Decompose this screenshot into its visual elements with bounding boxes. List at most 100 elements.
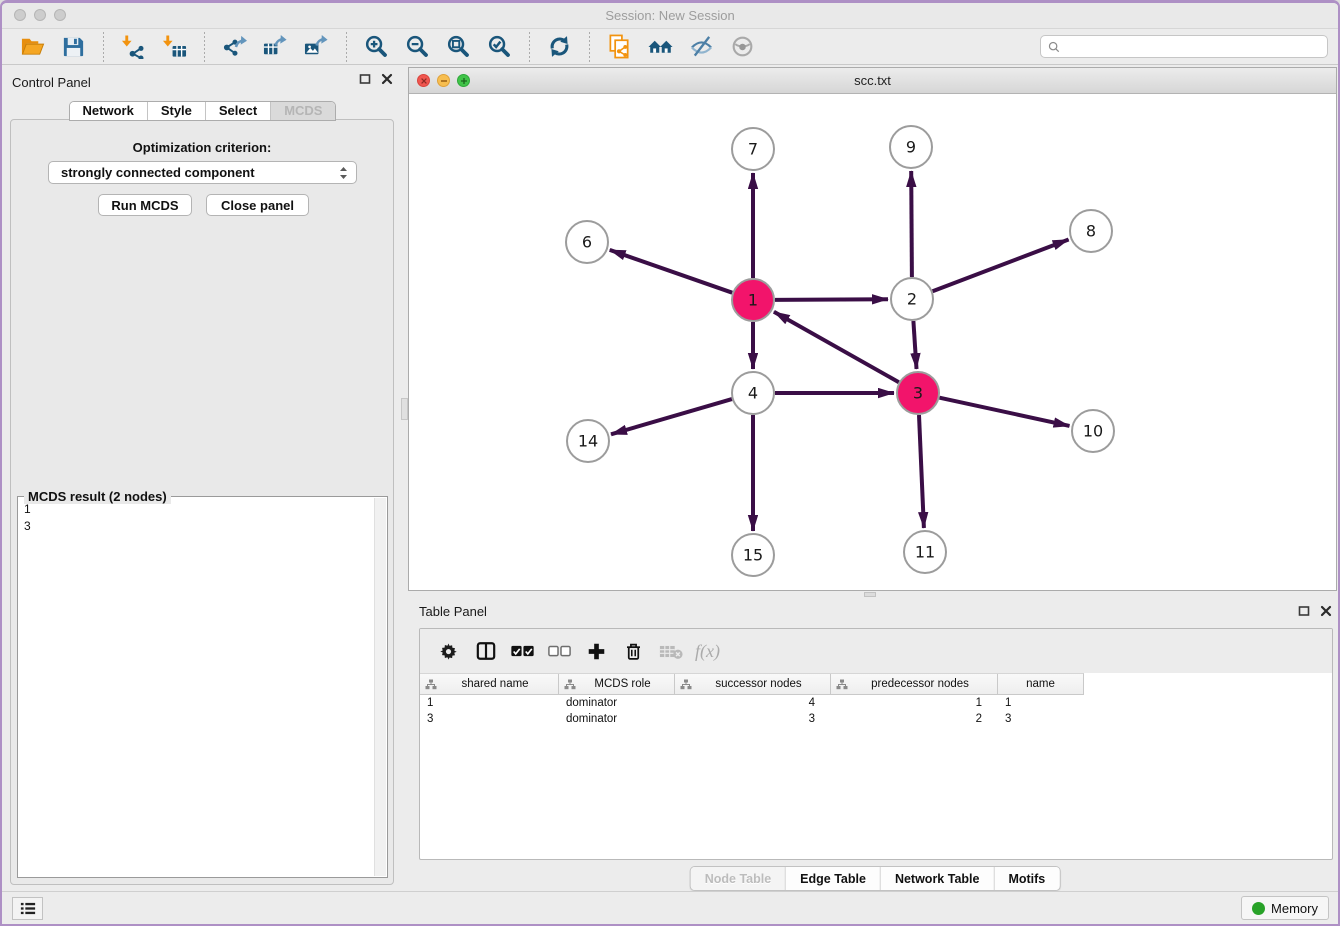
graph-node-3[interactable]: 3 [897,372,939,414]
open-file-icon[interactable] [17,33,48,61]
mcds-result-textarea[interactable]: MCDS result (2 nodes) 13 [17,496,388,878]
svg-text:4: 4 [748,384,758,403]
split-pane-handle-vertical[interactable] [401,398,408,420]
graph-node-14[interactable]: 14 [567,420,609,462]
graph-node-2[interactable]: 2 [891,278,933,320]
select-all-icon[interactable] [504,635,541,667]
graph-edge-2-8[interactable] [933,240,1069,292]
table-cell[interactable]: 1 [998,697,1083,709]
svg-text:7: 7 [748,140,758,159]
tab-network[interactable]: Network [70,102,147,120]
float-panel-icon[interactable] [358,72,371,85]
graph-edge-1-6[interactable] [610,250,733,293]
graph-node-15[interactable]: 15 [732,534,774,576]
export-table-icon[interactable] [260,33,291,61]
column-header-name[interactable]: name [998,674,1083,694]
close-panel-icon[interactable] [380,72,393,85]
deselect-all-icon[interactable] [541,635,578,667]
homes-icon[interactable] [645,33,676,61]
memory-button[interactable]: Memory [1241,896,1329,920]
import-network-icon[interactable] [118,33,149,61]
table-row[interactable]: 1dominator411 [420,695,1332,711]
close-traffic-light[interactable] [14,9,26,21]
export-network-icon[interactable] [219,33,250,61]
table-row[interactable]: 3dominator323 [420,711,1332,727]
search-input[interactable] [1065,39,1321,55]
optimization-criterion-dropdown[interactable]: strongly connected component [48,161,357,184]
split-pane-handle-horizontal[interactable] [864,592,876,597]
toolbar-group-separator [103,32,104,62]
graph-edge-2-9[interactable] [911,171,912,277]
table-cell[interactable]: dominator [559,697,675,709]
save-session-icon[interactable] [58,33,89,61]
network-window-traffic-lights [417,74,470,87]
graph-edge-3-10[interactable] [940,398,1070,426]
close-table-panel-icon[interactable] [1319,604,1332,617]
zoom-fit-icon[interactable] [443,33,474,61]
graph-edge-1-2[interactable] [775,299,888,300]
result-scrollbar[interactable] [374,498,386,876]
column-header-predecessor-nodes[interactable]: predecessor nodes [831,674,998,694]
graph-node-7[interactable]: 7 [732,128,774,170]
column-header-successor-nodes[interactable]: successor nodes [675,674,831,694]
network-window-titlebar[interactable]: scc.txt [409,68,1336,94]
run-mcds-button[interactable]: Run MCDS [98,194,192,216]
zoom-in-icon[interactable] [361,33,392,61]
network-canvas[interactable]: 7 9 6 8 1 2 4 3 14 10 15 11 [409,93,1336,590]
tab-edge-table[interactable]: Edge Table [785,867,880,890]
add-row-icon[interactable] [578,635,615,667]
copy-network-icon[interactable] [604,33,635,61]
svg-text:1: 1 [748,291,758,310]
zoom-window-icon[interactable] [457,74,470,87]
column-header-shared-name[interactable]: shared name [420,674,559,694]
import-table-icon[interactable] [159,33,190,61]
maximize-traffic-light[interactable] [54,9,66,21]
table-cell[interactable]: 1 [420,697,559,709]
toolbar-group-separator [529,32,530,62]
column-header-MCDS-role[interactable]: MCDS role [559,674,675,694]
zoom-selected-icon[interactable] [484,33,515,61]
close-panel-button[interactable]: Close panel [206,194,309,216]
graph-node-10[interactable]: 10 [1072,410,1114,452]
network-graph[interactable]: 7 9 6 8 1 2 4 3 14 10 15 11 [409,93,1336,590]
tab-node-table[interactable]: Node Table [691,867,785,890]
close-window-icon[interactable] [417,74,430,87]
export-image-icon[interactable] [301,33,332,61]
tab-network-table[interactable]: Network Table [880,867,994,890]
table-settings-gear-icon[interactable] [430,635,467,667]
graph-edge-3-11[interactable] [919,415,924,528]
search-box[interactable] [1040,35,1328,58]
zoom-out-icon[interactable] [402,33,433,61]
graph-edge-4-14[interactable] [611,399,732,434]
graph-node-6[interactable]: 6 [566,221,608,263]
graph-node-8[interactable]: 8 [1070,210,1112,252]
float-table-panel-icon[interactable] [1297,604,1310,617]
toggle-columns-icon[interactable] [467,635,504,667]
table-cell[interactable]: 4 [675,697,831,709]
tab-style[interactable]: Style [147,102,205,120]
table-cell[interactable]: 1 [831,697,998,709]
eye-slash-icon[interactable] [686,33,717,61]
tab-motifs[interactable]: Motifs [993,867,1059,890]
minimize-traffic-light[interactable] [34,9,46,21]
tab-mcds[interactable]: MCDS [270,102,335,120]
graph-edge-3-1[interactable] [774,312,899,382]
table-cell[interactable]: 3 [675,713,831,725]
graph-node-1[interactable]: 1 [732,279,774,321]
network-view-window: scc.txt 7 9 6 8 1 2 4 3 14 10 15 11 [408,67,1337,591]
delete-row-icon[interactable] [615,635,652,667]
table-cell[interactable]: 3 [420,713,559,725]
table-cell[interactable]: 2 [831,713,998,725]
refresh-view-icon[interactable] [544,33,575,61]
tab-select[interactable]: Select [205,102,270,120]
eye-icon[interactable] [727,33,758,61]
table-cell[interactable]: dominator [559,713,675,725]
graph-edge-2-3[interactable] [913,321,916,369]
mcds-result-line: 3 [24,518,381,535]
table-cell[interactable]: 3 [998,713,1083,725]
minimize-window-icon[interactable] [437,74,450,87]
task-history-button[interactable] [12,897,43,920]
graph-node-11[interactable]: 11 [904,531,946,573]
graph-node-4[interactable]: 4 [732,372,774,414]
graph-node-9[interactable]: 9 [890,126,932,168]
